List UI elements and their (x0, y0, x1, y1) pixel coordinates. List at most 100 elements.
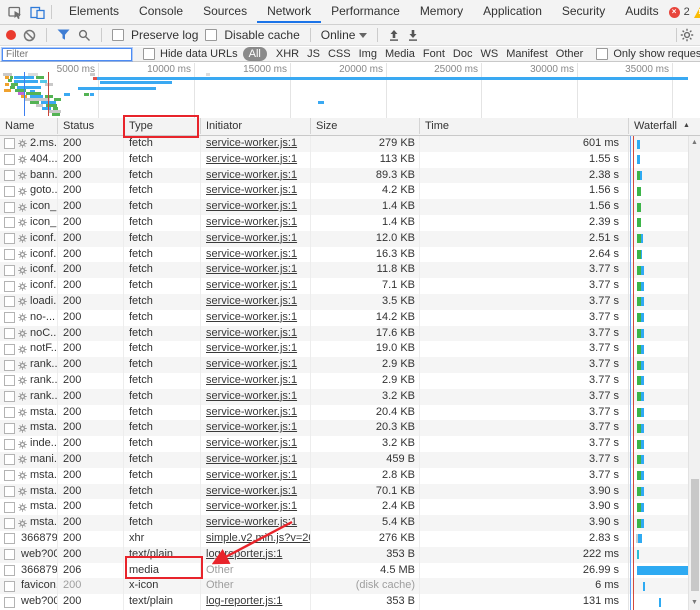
warning-badge-icon[interactable]: ! (694, 7, 700, 18)
table-row[interactable]: msta... 200 fetch service-worker.js:1 2.… (0, 499, 700, 515)
initiator-link[interactable]: service-worker.js:1 (206, 500, 297, 512)
column-header-status[interactable]: Status (57, 118, 123, 134)
initiator-link[interactable]: service-worker.js:1 (206, 453, 297, 465)
column-header-waterfall[interactable]: Waterfall (628, 118, 700, 134)
row-checkbox[interactable] (4, 170, 15, 181)
tab-audits[interactable]: Audits (615, 0, 668, 23)
error-count[interactable]: 2 (684, 6, 690, 18)
device-toolbar-icon[interactable] (26, 0, 48, 24)
initiator-link[interactable]: service-worker.js:1 (206, 516, 297, 528)
tab-performance[interactable]: Performance (321, 0, 410, 23)
row-checkbox[interactable] (4, 186, 15, 197)
column-header-size[interactable]: Size (310, 118, 419, 134)
row-checkbox[interactable] (4, 138, 15, 149)
table-row[interactable]: inde... 200 fetch service-worker.js:1 3.… (0, 436, 700, 452)
row-checkbox[interactable] (4, 549, 15, 560)
clear-icon[interactable] (23, 29, 36, 42)
column-header-type[interactable]: Type (123, 118, 200, 134)
filter-type-other[interactable]: Other (552, 48, 588, 60)
scrollbar[interactable]: ▲ ▼ (688, 136, 700, 610)
tab-console[interactable]: Console (129, 0, 193, 23)
table-row[interactable]: iconf... 200 fetch service-worker.js:1 7… (0, 278, 700, 294)
table-row[interactable]: notF... 200 fetch service-worker.js:1 19… (0, 341, 700, 357)
record-icon[interactable] (6, 30, 16, 40)
filter-type-js[interactable]: JS (303, 48, 324, 60)
row-checkbox[interactable] (4, 344, 15, 355)
initiator-link[interactable]: service-worker.js:1 (206, 469, 297, 481)
initiator-link[interactable]: service-worker.js:1 (206, 406, 297, 418)
row-checkbox[interactable] (4, 233, 15, 244)
initiator-link[interactable]: service-worker.js:1 (206, 437, 297, 449)
row-checkbox[interactable] (4, 360, 15, 371)
row-checkbox[interactable] (4, 565, 15, 576)
import-har-icon[interactable] (388, 29, 400, 42)
table-row[interactable]: msta... 200 fetch service-worker.js:1 2.… (0, 468, 700, 484)
inspect-element-icon[interactable] (4, 0, 26, 24)
initiator-link[interactable]: service-worker.js:1 (206, 248, 297, 260)
row-checkbox[interactable] (4, 312, 15, 323)
initiator-link[interactable]: service-worker.js:1 (206, 390, 297, 402)
initiator-link[interactable]: service-worker.js:1 (206, 279, 297, 291)
initiator-link[interactable]: service-worker.js:1 (206, 200, 297, 212)
initiator-link[interactable]: service-worker.js:1 (206, 295, 297, 307)
table-row[interactable]: favicon.... 200 x-icon Other (disk cache… (0, 578, 700, 594)
preserve-log-checkbox[interactable] (112, 29, 124, 41)
row-checkbox[interactable] (4, 454, 15, 465)
row-checkbox[interactable] (4, 217, 15, 228)
row-checkbox[interactable] (4, 597, 15, 608)
row-checkbox[interactable] (4, 533, 15, 544)
initiator-link[interactable]: service-worker.js:1 (206, 342, 297, 354)
initiator-link[interactable]: service-worker.js:1 (206, 137, 297, 149)
initiator-link[interactable]: simple.v2.min.js?v=20190... (206, 532, 310, 544)
filter-type-font[interactable]: Font (419, 48, 449, 60)
row-checkbox[interactable] (4, 249, 15, 260)
hide-data-urls-checkbox[interactable] (143, 48, 155, 60)
row-checkbox[interactable] (4, 470, 15, 481)
table-row[interactable]: iconf... 200 fetch service-worker.js:1 1… (0, 247, 700, 263)
initiator-link[interactable]: service-worker.js:1 (206, 374, 297, 386)
row-checkbox[interactable] (4, 154, 15, 165)
table-row[interactable]: msta... 200 fetch service-worker.js:1 20… (0, 420, 700, 436)
initiator-link[interactable]: service-worker.js:1 (206, 421, 297, 433)
row-checkbox[interactable] (4, 391, 15, 402)
table-row[interactable]: msta... 200 fetch service-worker.js:1 20… (0, 405, 700, 421)
scroll-up-icon[interactable]: ▲ (689, 138, 700, 148)
throttling-select[interactable]: Online (321, 28, 368, 42)
filter-icon[interactable] (57, 29, 71, 41)
row-checkbox[interactable] (4, 518, 15, 529)
row-checkbox[interactable] (4, 502, 15, 513)
initiator-link[interactable]: service-worker.js:1 (206, 153, 297, 165)
row-checkbox[interactable] (4, 265, 15, 276)
filter-type-manifest[interactable]: Manifest (502, 48, 552, 60)
table-row[interactable]: icon_... 200 fetch service-worker.js:1 1… (0, 215, 700, 231)
table-row[interactable]: 404.... 200 fetch service-worker.js:1 11… (0, 152, 700, 168)
table-row[interactable]: 2.ms... 200 fetch service-worker.js:1 27… (0, 136, 700, 152)
table-row[interactable]: 366879... 200 xhr simple.v2.min.js?v=201… (0, 531, 700, 547)
disable-cache-checkbox[interactable] (205, 29, 217, 41)
scroll-down-icon[interactable]: ▼ (689, 598, 700, 608)
filter-type-img[interactable]: Img (355, 48, 381, 60)
table-row[interactable]: msta... 200 fetch service-worker.js:1 5.… (0, 515, 700, 531)
table-row[interactable]: noC... 200 fetch service-worker.js:1 17.… (0, 326, 700, 342)
table-row[interactable]: web?00... 200 text/plain log-reporter.js… (0, 594, 700, 610)
row-checkbox[interactable] (4, 281, 15, 292)
table-row[interactable]: rank... 200 fetch service-worker.js:1 2.… (0, 357, 700, 373)
filter-type-css[interactable]: CSS (324, 48, 355, 60)
table-row[interactable]: mani... 200 fetch service-worker.js:1 45… (0, 452, 700, 468)
table-row[interactable]: loadi... 200 fetch service-worker.js:1 3… (0, 294, 700, 310)
filter-type-media[interactable]: Media (381, 48, 419, 60)
row-checkbox[interactable] (4, 375, 15, 386)
export-har-icon[interactable] (407, 29, 419, 42)
row-checkbox[interactable] (4, 581, 15, 592)
tab-elements[interactable]: Elements (59, 0, 129, 23)
search-icon[interactable] (78, 29, 91, 42)
table-row[interactable]: no-... 200 fetch service-worker.js:1 14.… (0, 310, 700, 326)
table-row[interactable]: icon_... 200 fetch service-worker.js:1 1… (0, 199, 700, 215)
tab-sources[interactable]: Sources (193, 0, 257, 23)
column-header-time[interactable]: Time (419, 118, 628, 134)
row-checkbox[interactable] (4, 202, 15, 213)
filter-type-ws[interactable]: WS (476, 48, 502, 60)
table-row[interactable]: web?00... 200 text/plain log-reporter.js… (0, 547, 700, 563)
table-row[interactable]: bann... 200 fetch service-worker.js:1 89… (0, 168, 700, 184)
column-header-initiator[interactable]: Initiator (200, 118, 310, 134)
